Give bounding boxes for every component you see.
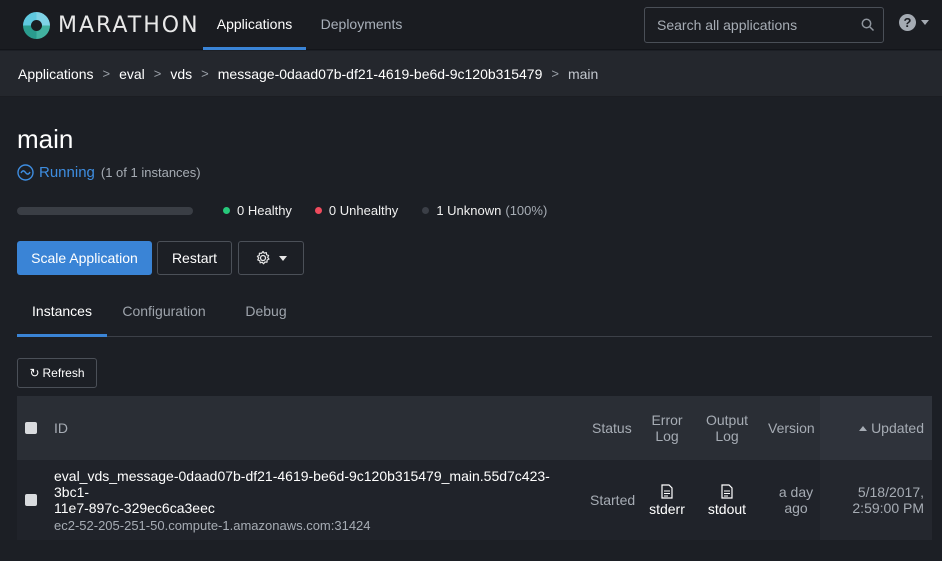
health-progress-bar: [17, 206, 193, 215]
select-all-checkbox[interactable]: [25, 422, 37, 434]
updated-line1: 5/18/2017,: [857, 484, 924, 500]
sort-ascending-icon: [859, 425, 868, 431]
stderr-label: stderr: [649, 500, 685, 517]
instance-updated: 5/18/2017, 2:59:00 PM: [820, 460, 932, 540]
header-updated-label: Updated: [871, 420, 924, 436]
refresh-label: Refresh: [42, 366, 85, 380]
app-status: Running (1 of 1 instances): [17, 164, 201, 181]
help-menu[interactable]: ?: [899, 14, 929, 31]
healthy-label: 0 Healthy: [237, 203, 292, 218]
breadcrumb-eval[interactable]: eval: [119, 66, 145, 82]
instance-id-cell: eval_vds_message-0daad07b-df21-4619-be6d…: [54, 460, 574, 540]
stdout-link[interactable]: stdout: [707, 483, 747, 517]
breadcrumb-message-group[interactable]: message-0daad07b-df21-4619-be6d-9c120b31…: [218, 66, 543, 82]
nav-tab-deployments[interactable]: Deployments: [310, 0, 413, 50]
logo-text: MARATHON: [58, 12, 200, 38]
header-error-log-line1: Error: [651, 412, 683, 428]
restart-button[interactable]: Restart: [157, 241, 232, 275]
chevron-down-icon: [921, 20, 929, 25]
unhealthy-label: 0 Unhealthy: [328, 203, 399, 218]
page-title: main: [17, 124, 74, 154]
header-error-log-line2: Log: [655, 428, 679, 444]
unknown-label: 1 Unknown: [436, 203, 502, 218]
gear-icon: [256, 250, 270, 265]
unhealthy-dot-icon: [314, 207, 322, 214]
status-text: Running: [39, 164, 95, 181]
header-status[interactable]: Status: [592, 396, 632, 460]
row-select-cell: [25, 460, 37, 540]
row-checkbox[interactable]: [25, 494, 37, 506]
tab-instances[interactable]: Instances: [17, 293, 107, 337]
unknown-percent: (100%): [505, 203, 548, 218]
breadcrumb-separator-icon: >: [201, 66, 209, 81]
output-log-cell: stdout: [702, 460, 752, 540]
table-row[interactable]: eval_vds_message-0daad07b-df21-4619-be6d…: [17, 460, 932, 540]
header-version[interactable]: Version: [768, 396, 815, 460]
refresh-icon: ↻: [29, 366, 40, 380]
search-icon[interactable]: [861, 18, 875, 32]
stderr-link[interactable]: stderr: [649, 483, 685, 517]
header-updated[interactable]: Updated: [820, 396, 932, 460]
breadcrumb-separator-icon: >: [551, 66, 559, 81]
search-input[interactable]: [645, 8, 855, 42]
file-icon: [661, 483, 673, 499]
stdout-label: stdout: [707, 500, 747, 517]
top-navbar: MARATHON Applications Deployments ?: [0, 0, 942, 50]
detail-tabs: Instances Configuration Debug: [17, 293, 932, 337]
running-status-icon: [17, 164, 34, 181]
version-line1: a day: [778, 484, 814, 500]
settings-dropdown-button[interactable]: [238, 241, 304, 275]
refresh-button[interactable]: ↻ Refresh: [17, 358, 97, 388]
tab-debug[interactable]: Debug: [233, 293, 299, 337]
updated-line2: 2:59:00 PM: [852, 500, 924, 516]
help-icon: ?: [899, 14, 916, 31]
scale-application-button[interactable]: Scale Application: [17, 241, 152, 275]
tab-configuration[interactable]: Configuration: [113, 293, 215, 337]
marathon-logo[interactable]: MARATHON: [23, 11, 200, 39]
header-output-log: Output Log: [702, 396, 752, 460]
health-summary: 0 Healthy 0 Unhealthy 1 Unknown (100%): [17, 203, 547, 218]
healthy-dot-icon: [223, 207, 230, 214]
version-line2: ago: [784, 500, 808, 516]
header-error-log: Error Log: [642, 396, 692, 460]
file-icon: [721, 483, 733, 499]
breadcrumb-applications[interactable]: Applications: [18, 66, 94, 82]
unknown-dot-icon: [422, 207, 430, 214]
header-output-log-line2: Log: [715, 428, 739, 444]
instances-table: ID Status Error Log Output Log Version U…: [17, 396, 932, 540]
search-box: [644, 7, 884, 43]
instance-status: Started: [590, 492, 636, 508]
breadcrumb-separator-icon: >: [102, 66, 111, 81]
header-id[interactable]: ID: [54, 396, 68, 460]
breadcrumb-main: main: [567, 65, 599, 82]
breadcrumb: Applications > eval > vds > message-0daa…: [0, 51, 942, 97]
error-log-cell: stderr: [642, 460, 692, 540]
instance-id-line2[interactable]: 11e7-897c-329ec6ca3eec: [54, 500, 574, 516]
breadcrumb-separator-icon: >: [153, 66, 162, 81]
health-unknown: 1 Unknown (100%): [422, 203, 547, 218]
instance-id-line1[interactable]: eval_vds_message-0daad07b-df21-4619-be6d…: [54, 468, 574, 500]
nav-tab-applications[interactable]: Applications: [203, 0, 306, 50]
breadcrumb-vds[interactable]: vds: [170, 66, 192, 82]
chevron-down-icon: [279, 255, 287, 261]
health-unhealthy: 0 Unhealthy: [314, 203, 399, 218]
instance-version: a day ago: [772, 460, 820, 540]
table-header: ID Status Error Log Output Log Version U…: [17, 396, 932, 460]
instance-host[interactable]: ec2-52-205-251-50.compute-1.amazonaws.co…: [54, 518, 574, 533]
select-all-cell: [25, 396, 37, 460]
instances-count: (1 of 1 instances): [100, 165, 201, 180]
header-output-log-line1: Output: [705, 412, 749, 428]
marathon-logo-icon: [23, 11, 50, 39]
health-healthy: 0 Healthy: [223, 203, 292, 218]
